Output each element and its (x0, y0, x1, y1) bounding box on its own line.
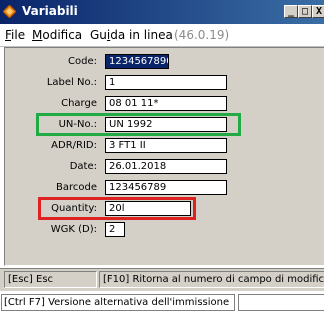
adr-rid-field[interactable]: 3 FT1 II (105, 138, 227, 153)
menu-modifica[interactable]: Modifica (32, 28, 82, 42)
un-no-field[interactable]: UN 1992 (105, 117, 227, 132)
code-field[interactable]: 1234567890 (105, 54, 169, 69)
wgk-field[interactable]: 2 (105, 222, 125, 237)
form-panel: Code: 1234567890 Label No.: 1 Charge 08 … (4, 47, 324, 266)
wgk-label: WGK (D): (50, 224, 97, 235)
adr-rid-label: ADR/RID: (51, 140, 97, 151)
quantity-label: Quantity: (51, 203, 97, 214)
code-label: Code: (68, 56, 97, 67)
status-bar: [Ctrl F7] Versione alternativa dell'immi… (0, 291, 324, 315)
charge-field[interactable]: 08 01 11* (105, 96, 227, 111)
status-panel-empty (238, 294, 324, 311)
function-key-bar: [Esc] Esc [F10] Ritorna al numero di cam… (0, 268, 324, 292)
barcode-field[interactable]: 123456789 (105, 180, 227, 195)
barcode-label: Barcode (56, 182, 97, 193)
date-field[interactable]: 26.01.2018 (105, 159, 227, 174)
status-text: [Ctrl F7] Versione alternativa dell'immi… (1, 294, 235, 311)
menu-modifica-label: odifica (42, 28, 83, 42)
version-label: (46.0.19) (174, 28, 230, 42)
maximize-button[interactable]: □ (298, 5, 312, 18)
minimize-button[interactable]: _ (284, 5, 298, 18)
un-no-label: UN-No.: (58, 119, 97, 130)
esc-key-button[interactable]: [Esc] Esc (4, 271, 97, 288)
f10-key-button[interactable]: [F10] Ritorna al numero di campo di modi… (99, 271, 324, 288)
date-label: Date: (69, 161, 97, 172)
menu-file-label: ile (11, 28, 26, 42)
window-title: Variabili (22, 4, 78, 18)
title-bar[interactable]: Variabili _ □ X (0, 0, 324, 24)
quantity-field[interactable]: 20l (105, 201, 191, 216)
label-no-field[interactable]: 1 (105, 75, 227, 90)
menu-bar: File Modifica Guida in linea (46.0.19) (0, 24, 324, 47)
close-button[interactable]: X (312, 5, 324, 18)
application-window: Variabili _ □ X File Modifica Guida in l… (0, 0, 324, 315)
label-no-label: Label No.: (46, 77, 97, 88)
diamond-app-icon (3, 5, 16, 18)
menu-file[interactable]: File (5, 28, 25, 42)
menu-guida[interactable]: Guida in linea (90, 28, 173, 42)
charge-label: Charge (61, 98, 97, 109)
